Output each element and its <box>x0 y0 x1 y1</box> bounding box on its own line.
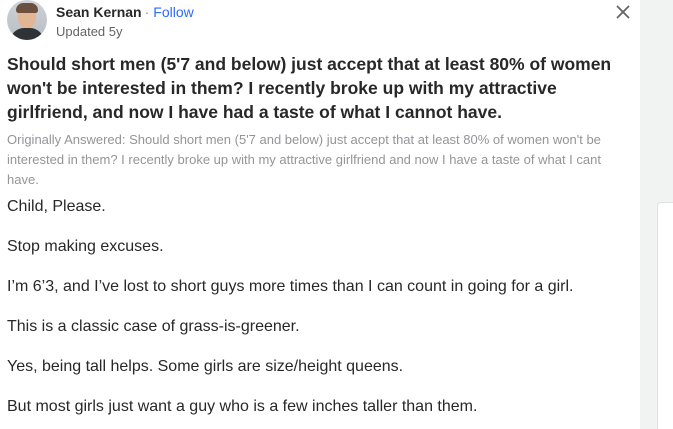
author-header: Sean Kernan · Follow Updated 5y <box>7 0 637 40</box>
close-button[interactable] <box>613 2 633 22</box>
avatar-hair <box>16 3 38 13</box>
answer-card: Sean Kernan · Follow Updated 5y Should sho… <box>0 0 640 429</box>
follow-button[interactable]: Follow <box>153 4 193 20</box>
avatar[interactable] <box>7 0 47 40</box>
answer-paragraph: But most girls just want a guy who is a … <box>7 398 478 415</box>
question-title[interactable]: Should short men (5'7 and below) just ac… <box>7 52 632 124</box>
answer-paragraph: Stop making excuses. <box>7 238 164 255</box>
sidebar-panel-edge <box>657 202 673 429</box>
answer-paragraph: I’m 6’3, and I’ve lost to short guys mor… <box>7 278 574 295</box>
author-name[interactable]: Sean Kernan <box>56 4 142 20</box>
separator-dot: · <box>144 4 150 20</box>
answer-paragraph: Child, Please. <box>7 198 106 215</box>
answer-paragraph: Yes, being tall helps. Some girls are si… <box>7 358 404 375</box>
updated-timestamp[interactable]: Updated 5y <box>56 23 123 40</box>
author-line: Sean Kernan · Follow <box>56 3 194 21</box>
close-icon <box>616 5 630 19</box>
avatar-shirt <box>10 28 44 40</box>
originally-answered-note[interactable]: Originally Answered: Should short men (5… <box>7 130 632 190</box>
answer-paragraph: This is a classic case of grass-is-green… <box>7 318 300 335</box>
page: Sean Kernan · Follow Updated 5y Should sho… <box>0 0 673 429</box>
answer-body: Child, Please. Stop making excuses. I’m … <box>7 195 632 429</box>
